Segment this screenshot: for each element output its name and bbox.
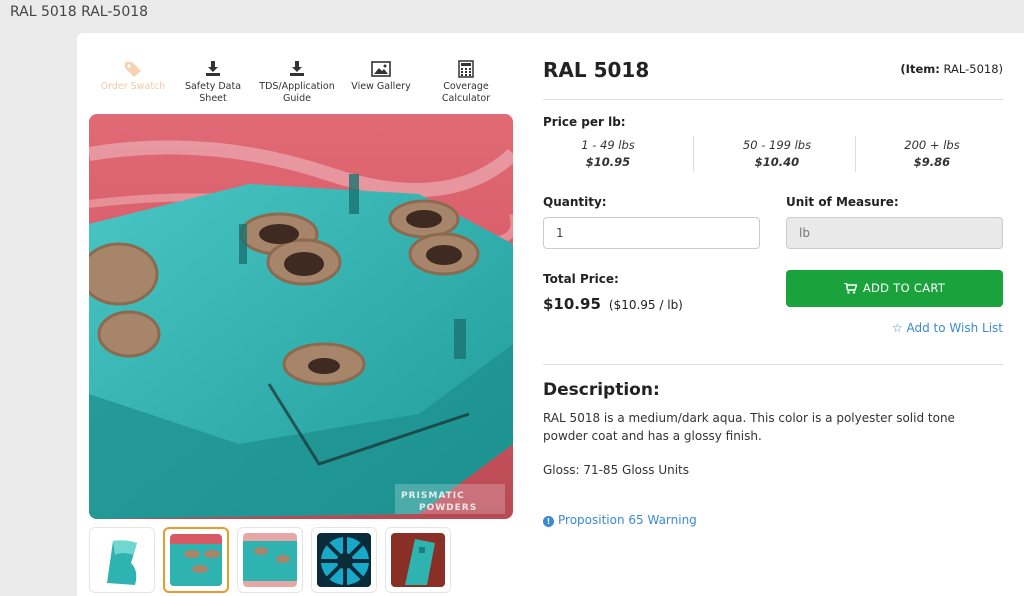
description-body: RAL 5018 is a medium/dark aqua. This col… bbox=[543, 411, 955, 443]
product-title: RAL 5018 bbox=[543, 58, 650, 82]
total-price-per-unit: ($10.95 / lb) bbox=[608, 298, 683, 312]
watermark-logo: PRISMATIC POWDERS bbox=[395, 484, 505, 514]
quantity-label: Quantity: bbox=[543, 195, 607, 209]
divider bbox=[543, 364, 1003, 365]
download-icon bbox=[175, 60, 251, 80]
tool-label: Coverage Calculator bbox=[441, 81, 491, 104]
tier-range: 50 - 199 lbs bbox=[742, 138, 812, 152]
tool-label: TDS/Application Guide bbox=[259, 81, 335, 104]
price-tier: 200 + lbs $9.86 bbox=[862, 137, 1002, 171]
proposition-65-link[interactable]: ! Proposition 65 Warning bbox=[543, 513, 697, 527]
quantity-input[interactable] bbox=[543, 217, 760, 249]
info-icon: ! bbox=[543, 516, 554, 527]
tier-divider bbox=[693, 136, 694, 172]
tool-label: View Gallery bbox=[351, 81, 411, 92]
image-icon bbox=[343, 60, 419, 80]
wishlist-label: Add to Wish List bbox=[906, 321, 1004, 335]
tool-label: Order Swatch bbox=[100, 81, 166, 92]
price-tier: 50 - 199 lbs $10.40 bbox=[707, 137, 847, 171]
safety-data-sheet-button[interactable]: Safety Data Sheet bbox=[175, 60, 251, 105]
thumbnail[interactable] bbox=[311, 527, 377, 593]
divider bbox=[543, 99, 1003, 100]
tag-icon bbox=[95, 60, 171, 80]
unit-of-measure-select[interactable]: lb bbox=[786, 217, 1003, 249]
thumbnail[interactable] bbox=[89, 527, 155, 593]
item-code: RAL-5018) bbox=[943, 62, 1004, 76]
add-to-wishlist-link[interactable]: ☆ Add to Wish List bbox=[892, 321, 1003, 335]
page-title: RAL 5018 RAL-5018 bbox=[10, 4, 149, 20]
prop65-label: Proposition 65 Warning bbox=[558, 513, 697, 527]
coverage-calculator-button[interactable]: Coverage Calculator bbox=[428, 60, 504, 105]
view-gallery-button[interactable]: View Gallery bbox=[343, 60, 419, 93]
item-number: (Item: RAL-5018) bbox=[900, 62, 1003, 76]
svg-text:POWDERS: POWDERS bbox=[419, 503, 477, 513]
thumbnail[interactable] bbox=[163, 527, 229, 593]
tier-range: 200 + lbs bbox=[904, 138, 960, 152]
main-product-photo[interactable]: PRISMATIC POWDERS bbox=[89, 114, 513, 519]
tier-price: $10.95 bbox=[585, 155, 631, 169]
price-tier: 1 - 49 lbs $10.95 bbox=[538, 137, 678, 171]
tool-label: Safety Data Sheet bbox=[184, 81, 242, 104]
download-icon bbox=[259, 60, 335, 80]
gloss-info: Gloss: 71-85 Gloss Units bbox=[543, 463, 689, 477]
thumbnail-strip bbox=[89, 527, 459, 593]
total-price-value: $10.95 bbox=[543, 295, 601, 313]
tds-guide-button[interactable]: TDS/Application Guide bbox=[259, 60, 335, 105]
add-to-cart-button[interactable]: ADD TO CART bbox=[786, 270, 1003, 307]
unit-of-measure-label: Unit of Measure: bbox=[786, 195, 899, 209]
add-to-cart-label: ADD TO CART bbox=[862, 281, 946, 295]
price-per-lb-label: Price per lb: bbox=[543, 115, 626, 129]
thumbnail[interactable] bbox=[385, 527, 451, 593]
svg-text:PRISMATIC: PRISMATIC bbox=[401, 491, 465, 501]
calculator-icon bbox=[428, 60, 504, 80]
star-icon: ☆ bbox=[891, 321, 903, 335]
tier-range: 1 - 49 lbs bbox=[581, 138, 635, 152]
description-heading: Description: bbox=[543, 380, 660, 400]
tier-price: $9.86 bbox=[913, 155, 951, 169]
item-label: (Item: bbox=[900, 62, 940, 76]
tier-price: $10.40 bbox=[754, 155, 800, 169]
cart-icon bbox=[843, 282, 858, 294]
tier-divider bbox=[855, 136, 856, 172]
thumbnail[interactable] bbox=[237, 527, 303, 593]
total-price: $10.95 ($10.95 / lb) bbox=[543, 295, 683, 313]
total-price-label: Total Price: bbox=[543, 272, 619, 286]
order-swatch-button[interactable]: Order Swatch bbox=[95, 60, 171, 93]
product-tools: Order Swatch Safety Data Sheet TDS/Appli… bbox=[95, 60, 505, 110]
